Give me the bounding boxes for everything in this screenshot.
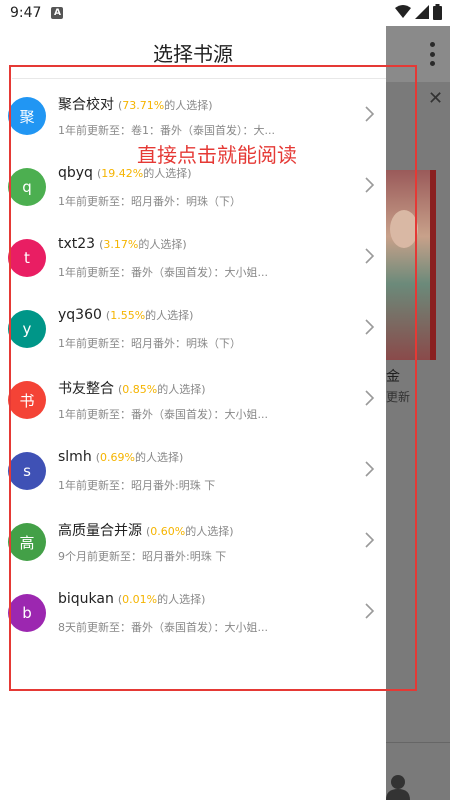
source-popularity: (0.60%的人选择) xyxy=(146,525,234,538)
source-update-info: 8天前更新至：番外（泰国首发）：大小姐... xyxy=(58,621,268,634)
source-percent: 0.60% xyxy=(150,525,186,538)
source-update-info: 1年前更新至：番外（泰国首发）：大小姐... xyxy=(58,266,268,279)
chevron-right-icon xyxy=(365,177,375,193)
source-item[interactable]: t txt23 (3.17%的人选择) 1年前更新至：番外（泰国首发）：大小姐... xyxy=(0,222,386,293)
status-icons xyxy=(395,4,442,20)
source-item[interactable]: b biqukan (0.01%的人选择) 8天前更新至：番外（泰国首发）：大小姐..… xyxy=(0,577,386,648)
source-update-info: 1年前更新至：昭月番外:明珠 下 xyxy=(58,479,216,492)
source-item[interactable]: 高高质量合并源 (0.60%的人选择) 9个月前更新至：昭月番外:明珠 下 xyxy=(0,506,386,577)
title-divider xyxy=(12,78,386,79)
source-avatar: 聚 xyxy=(8,97,46,135)
chevron-right-icon xyxy=(365,319,375,335)
source-name: yq360 xyxy=(58,307,102,323)
source-popularity: (73.71%的人选择) xyxy=(118,99,213,112)
source-item[interactable]: y yq360 (1.55%的人选择) 1年前更新至：昭月番外：明珠（下） xyxy=(0,293,386,364)
source-popularity: (3.17%的人选择) xyxy=(99,238,187,251)
source-name-line: 书友整合 (0.85%的人选择) xyxy=(58,378,206,398)
source-percent-suffix: 的人选择) xyxy=(185,525,234,538)
source-popularity: (1.55%的人选择) xyxy=(105,309,194,322)
source-avatar: y xyxy=(8,310,46,348)
book-subtitle: 更新 xyxy=(386,390,411,404)
status-time: 9:47 xyxy=(10,5,42,21)
source-name-line: 高质量合并源 (0.60%的人选择) xyxy=(58,520,234,540)
source-percent: 3.17% xyxy=(103,238,139,251)
battery-icon xyxy=(433,4,442,20)
source-update-info: 1年前更新至：番外（泰国首发）：大小姐... xyxy=(58,408,268,421)
source-popularity: (0.69%的人选择) xyxy=(95,451,184,464)
close-icon[interactable]: ✕ xyxy=(428,88,443,109)
chevron-right-icon xyxy=(365,532,375,548)
source-update-info: 1年前更新至：卷1：番外（泰国首发）：大... xyxy=(58,124,275,137)
signal-icon xyxy=(415,5,429,19)
drawer-title: 选择书源 xyxy=(153,42,233,66)
source-name: 聚合校对 xyxy=(58,97,114,113)
source-percent-suffix: 的人选择) xyxy=(164,99,213,112)
wifi-icon xyxy=(395,5,411,18)
source-avatar: s xyxy=(8,452,46,490)
source-popularity: (0.85%的人选择) xyxy=(118,383,206,396)
chevron-right-icon xyxy=(365,248,375,264)
source-name: biqukan xyxy=(58,591,114,607)
source-percent-suffix: 的人选择) xyxy=(145,309,194,322)
source-item[interactable]: s slmh (0.69%的人选择) 1年前更新至：昭月番外:明珠 下 xyxy=(0,435,386,506)
source-name-line: 聚合校对 (73.71%的人选择) xyxy=(58,94,213,114)
source-percent-suffix: 的人选择) xyxy=(157,383,206,396)
source-popularity: (0.01%的人选择) xyxy=(117,593,206,606)
source-update-info: 1年前更新至：昭月番外：明珠（下） xyxy=(58,195,241,208)
source-percent-suffix: 的人选择) xyxy=(157,593,206,606)
source-avatar: q xyxy=(8,168,46,206)
source-name: qbyq xyxy=(58,165,93,181)
source-name: slmh xyxy=(58,449,92,465)
book-cover xyxy=(386,170,436,360)
chevron-right-icon xyxy=(365,603,375,619)
source-popularity: (19.42%的人选择) xyxy=(96,167,192,180)
source-name-line: txt23 (3.17%的人选择) xyxy=(58,236,187,252)
notification-icon: A xyxy=(51,7,64,19)
source-name: 书友整合 xyxy=(58,381,114,397)
source-avatar: t xyxy=(8,239,46,277)
book-title: 金 xyxy=(386,369,400,385)
annotation-text: 直接点击就能阅读 xyxy=(137,143,297,167)
source-percent: 1.55% xyxy=(110,309,146,322)
source-percent-suffix: 的人选择) xyxy=(143,167,192,180)
source-name: 高质量合并源 xyxy=(58,523,142,539)
source-avatar: b xyxy=(8,594,46,632)
source-update-info: 1年前更新至：昭月番外：明珠（下） xyxy=(58,337,241,350)
source-percent-suffix: 的人选择) xyxy=(138,238,187,251)
bottom-nav-divider xyxy=(386,742,450,743)
person-icon[interactable] xyxy=(386,774,410,800)
source-name-line: slmh (0.69%的人选择) xyxy=(58,449,183,465)
source-percent: 0.85% xyxy=(122,383,158,396)
source-percent: 0.69% xyxy=(100,451,135,464)
chevron-right-icon xyxy=(365,461,375,477)
source-avatar: 书 xyxy=(8,381,46,419)
source-name: txt23 xyxy=(58,236,96,252)
source-update-info: 9个月前更新至：昭月番外:明珠 下 xyxy=(58,550,227,563)
chevron-right-icon xyxy=(365,390,375,406)
more-options-icon[interactable] xyxy=(422,42,442,66)
source-avatar: 高 xyxy=(8,523,46,561)
source-item[interactable]: 书书友整合 (0.85%的人选择) 1年前更新至：番外（泰国首发）：大小姐... xyxy=(0,364,386,435)
source-name-line: yq360 (1.55%的人选择) xyxy=(58,307,193,323)
background-toolbar xyxy=(386,26,450,82)
source-percent-suffix: 的人选择) xyxy=(134,451,184,464)
source-name-line: biqukan (0.01%的人选择) xyxy=(58,591,205,607)
source-percent: 0.01% xyxy=(122,593,158,606)
chevron-right-icon xyxy=(365,106,375,122)
status-bar: 9:47 A xyxy=(0,0,450,26)
source-percent: 73.71% xyxy=(122,99,165,112)
source-percent: 19.42% xyxy=(101,167,144,180)
